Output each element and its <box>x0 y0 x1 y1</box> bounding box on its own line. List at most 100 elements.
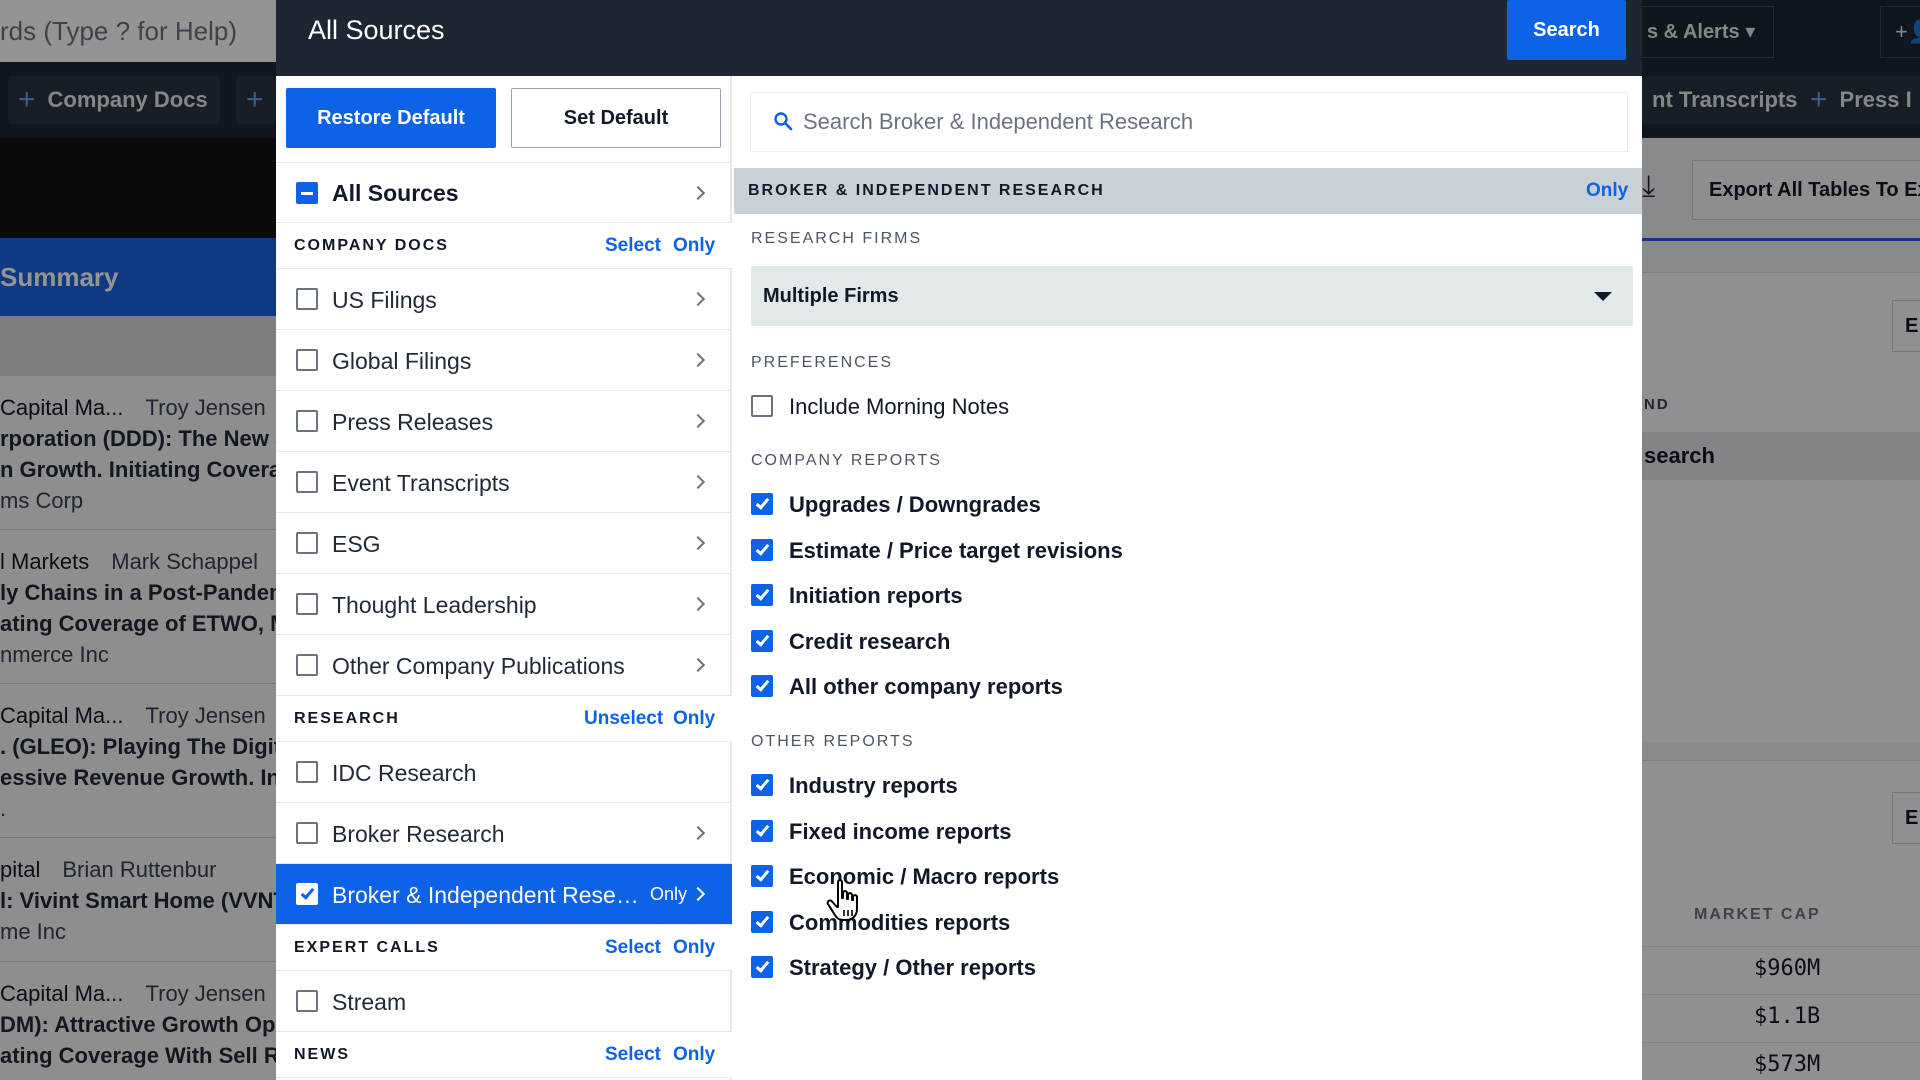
report-checkbox[interactable] <box>751 675 773 697</box>
chevron-right-icon <box>690 825 706 841</box>
source-label: Other Company Publications <box>332 653 625 679</box>
source-checkbox[interactable] <box>296 990 318 1012</box>
section-title: NEWS <box>294 1046 350 1063</box>
chevron-right-icon <box>690 535 706 551</box>
source-checkbox[interactable] <box>296 883 318 905</box>
report-checkbox[interactable] <box>751 956 773 978</box>
research-search-input[interactable] <box>803 93 1603 151</box>
chevron-right-icon <box>690 413 706 429</box>
report-checkbox[interactable] <box>751 911 773 933</box>
source-checkbox[interactable] <box>296 471 318 493</box>
chevron-right-icon <box>690 352 706 368</box>
source-checkbox[interactable] <box>296 654 318 676</box>
report-checkbox[interactable] <box>751 539 773 561</box>
check-icon <box>755 495 770 510</box>
research-search-box[interactable] <box>750 92 1628 152</box>
research-firms-dropdown[interactable]: Multiple Firms <box>751 266 1633 326</box>
all-sources-label: All Sources <box>332 180 459 206</box>
preferences-label: PREFERENCES <box>751 354 894 371</box>
source-label: Broker Research <box>332 821 505 847</box>
source-checkbox[interactable] <box>296 761 318 783</box>
check-icon <box>755 958 770 973</box>
company-reports-label: COMPANY REPORTS <box>751 452 942 469</box>
set-default-button[interactable]: Set Default <box>511 88 721 148</box>
section-expert-calls: EXPERT CALLS Select Only <box>276 924 732 970</box>
partial-check-icon <box>301 192 313 195</box>
chevron-right-icon <box>690 291 706 307</box>
check-icon <box>755 776 770 791</box>
only-company-docs-link[interactable]: Only <box>673 223 715 269</box>
source-checkbox[interactable] <box>296 288 318 310</box>
source-item-event-transcripts[interactable]: Event Transcripts <box>276 451 732 512</box>
check-icon <box>755 677 770 692</box>
morning-notes-checkbox[interactable] <box>751 395 773 417</box>
only-research-link[interactable]: Only <box>673 696 715 742</box>
section-company-docs: COMPANY DOCS Select Only <box>276 222 732 268</box>
source-label: Global Filings <box>332 348 472 374</box>
option-label: Strategy / Other reports <box>789 955 1036 980</box>
source-checkbox[interactable] <box>296 410 318 432</box>
source-item-broker-independent-research[interactable]: Broker & Independent Research Only <box>276 863 732 924</box>
only-selected-source-link[interactable]: Only <box>1586 168 1628 214</box>
source-label: Press Releases <box>332 409 494 435</box>
section-research: RESEARCH Unselect Only <box>276 695 732 741</box>
select-news-link[interactable]: Select <box>605 1032 661 1078</box>
modal-title: All Sources <box>308 15 445 45</box>
report-checkbox[interactable] <box>751 865 773 887</box>
only-inline-link[interactable]: Only <box>650 864 687 925</box>
chevron-right-icon <box>690 474 706 490</box>
other-reports-label: OTHER REPORTS <box>751 733 915 750</box>
only-expert-calls-link[interactable]: Only <box>673 925 715 971</box>
source-item-broker-research[interactable]: Broker Research <box>276 802 732 863</box>
section-title: COMPANY DOCS <box>294 237 449 254</box>
source-checkbox[interactable] <box>296 593 318 615</box>
select-expert-calls-link[interactable]: Select <box>605 925 661 971</box>
section-news: NEWS Select Only <box>276 1031 732 1077</box>
check-icon <box>755 867 770 882</box>
option-label: Estimate / Price target revisions <box>789 538 1123 563</box>
selected-source-band: BROKER & INDEPENDENT RESEARCH Only <box>734 168 1642 214</box>
all-sources-checkbox[interactable] <box>296 182 318 204</box>
source-checkbox[interactable] <box>296 822 318 844</box>
report-checkbox[interactable] <box>751 774 773 796</box>
report-checkbox[interactable] <box>751 584 773 606</box>
source-label: ESG <box>332 531 381 557</box>
source-item-press-releases[interactable]: Press Releases <box>276 390 732 451</box>
source-item-thought-leadership[interactable]: Thought Leadership <box>276 573 732 634</box>
source-label: Event Transcripts <box>332 470 510 496</box>
report-checkbox[interactable] <box>751 820 773 842</box>
sources-modal: All Sources Search Restore Default Set D… <box>276 0 1642 1080</box>
source-label: Stream <box>332 989 407 1015</box>
option-label: Initiation reports <box>789 583 963 608</box>
source-label: Broker & Independent Research <box>332 882 650 908</box>
unselect-research-link[interactable]: Unselect <box>584 696 663 742</box>
check-icon <box>755 913 770 928</box>
report-checkbox[interactable] <box>751 493 773 515</box>
report-checkbox[interactable] <box>751 630 773 652</box>
search-icon <box>774 112 793 131</box>
source-checkbox[interactable] <box>296 349 318 371</box>
source-item-idc-research[interactable]: IDC Research <box>276 741 732 802</box>
modal-header: All Sources Search <box>276 0 1642 76</box>
source-checkbox[interactable] <box>296 532 318 554</box>
option-label: Commodities reports <box>789 910 1011 935</box>
all-sources-row[interactable]: All Sources <box>276 162 732 222</box>
search-button[interactable]: Search <box>1507 0 1626 60</box>
source-item-other-company-publications[interactable]: Other Company Publications <box>276 634 732 695</box>
source-item-global-filings[interactable]: Global Filings <box>276 329 732 390</box>
selected-source-title: BROKER & INDEPENDENT RESEARCH <box>748 182 1105 199</box>
only-news-link[interactable]: Only <box>673 1032 715 1078</box>
chevron-right-icon <box>690 596 706 612</box>
source-item-us-filings[interactable]: US Filings <box>276 268 732 329</box>
check-icon <box>755 586 770 601</box>
source-label: US Filings <box>332 287 437 313</box>
section-title: EXPERT CALLS <box>294 939 440 956</box>
source-label: Thought Leadership <box>332 592 537 618</box>
source-item-esg[interactable]: ESG <box>276 512 732 573</box>
restore-default-button[interactable]: Restore Default <box>286 88 496 148</box>
source-item-stream[interactable]: Stream <box>276 970 732 1031</box>
select-company-docs-link[interactable]: Select <box>605 223 661 269</box>
source-detail-panel: BROKER & INDEPENDENT RESEARCH Only RESEA… <box>734 76 1642 1080</box>
check-icon <box>755 541 770 556</box>
option-label: Credit research <box>789 629 951 654</box>
